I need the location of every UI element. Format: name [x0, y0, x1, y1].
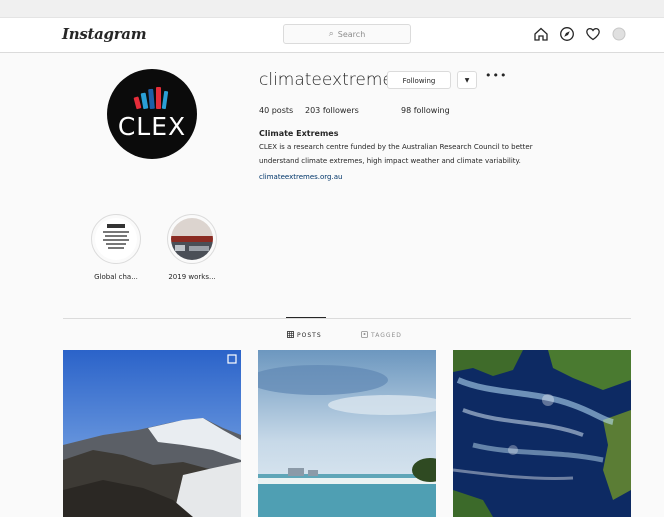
story-highlight-workshop[interactable]: 2019 works... [162, 214, 222, 281]
tab-tagged[interactable]: TAGGED [361, 331, 402, 340]
profile-avatar[interactable]: CLEX [107, 69, 197, 159]
explore-icon[interactable] [559, 26, 575, 42]
followers-count-link[interactable]: 203 followers [305, 106, 359, 115]
suggestions-dropdown-button[interactable]: ▼ [457, 71, 477, 89]
caret-down-icon: ▼ [464, 77, 470, 84]
active-tab-indicator [286, 317, 326, 318]
tabs-divider [63, 318, 631, 319]
highlight-ring [167, 214, 217, 264]
more-options-button[interactable]: ••• [485, 69, 507, 82]
highlight-label: Global cha... [94, 273, 138, 281]
search-icon: ⌕ [328, 29, 334, 39]
search-placeholder: Search [337, 29, 366, 39]
posts-count: 40 posts [259, 106, 294, 115]
tab-posts[interactable]: POSTS [287, 331, 322, 340]
post-thumbnail-climate-map[interactable] [453, 350, 631, 517]
tab-tagged-label: TAGGED [371, 332, 402, 339]
heart-icon[interactable] [585, 26, 601, 42]
following-count-link[interactable]: 98 following [401, 106, 450, 115]
profile-website-link[interactable]: climateextremes.org.au [259, 173, 342, 181]
tab-posts-label: POSTS [297, 332, 322, 339]
highlight-label: 2019 works... [168, 273, 216, 281]
clex-logo-icon [133, 87, 169, 110]
post-thumbnail-mountains[interactable] [63, 350, 241, 517]
profile-username: climateextremes [259, 70, 402, 90]
tag-icon [361, 331, 368, 340]
highlight-cover-image [171, 218, 213, 260]
search-input[interactable]: ⌕ Search [283, 24, 411, 44]
profile-icon[interactable] [611, 26, 627, 42]
top-nav-bar: Instagram ⌕ Search [0, 18, 664, 53]
nav-icons [533, 26, 627, 42]
post-thumbnail-beach[interactable] [258, 350, 436, 517]
profile-full-name: Climate Extremes [259, 129, 339, 138]
grid-icon [287, 331, 294, 340]
bio-line: CLEX is a research centre funded by the … [259, 143, 533, 151]
home-icon[interactable] [533, 26, 549, 42]
instagram-logo[interactable]: Instagram [62, 25, 147, 43]
story-highlight-global[interactable]: Global cha... [86, 214, 146, 281]
browser-top-band [0, 0, 664, 18]
highlight-ring [91, 214, 141, 264]
avatar-text: CLEX [117, 112, 187, 141]
highlight-cover-image [95, 218, 137, 260]
bio-line: understand climate extremes, high impact… [259, 157, 521, 165]
following-button[interactable]: Following [387, 71, 451, 89]
